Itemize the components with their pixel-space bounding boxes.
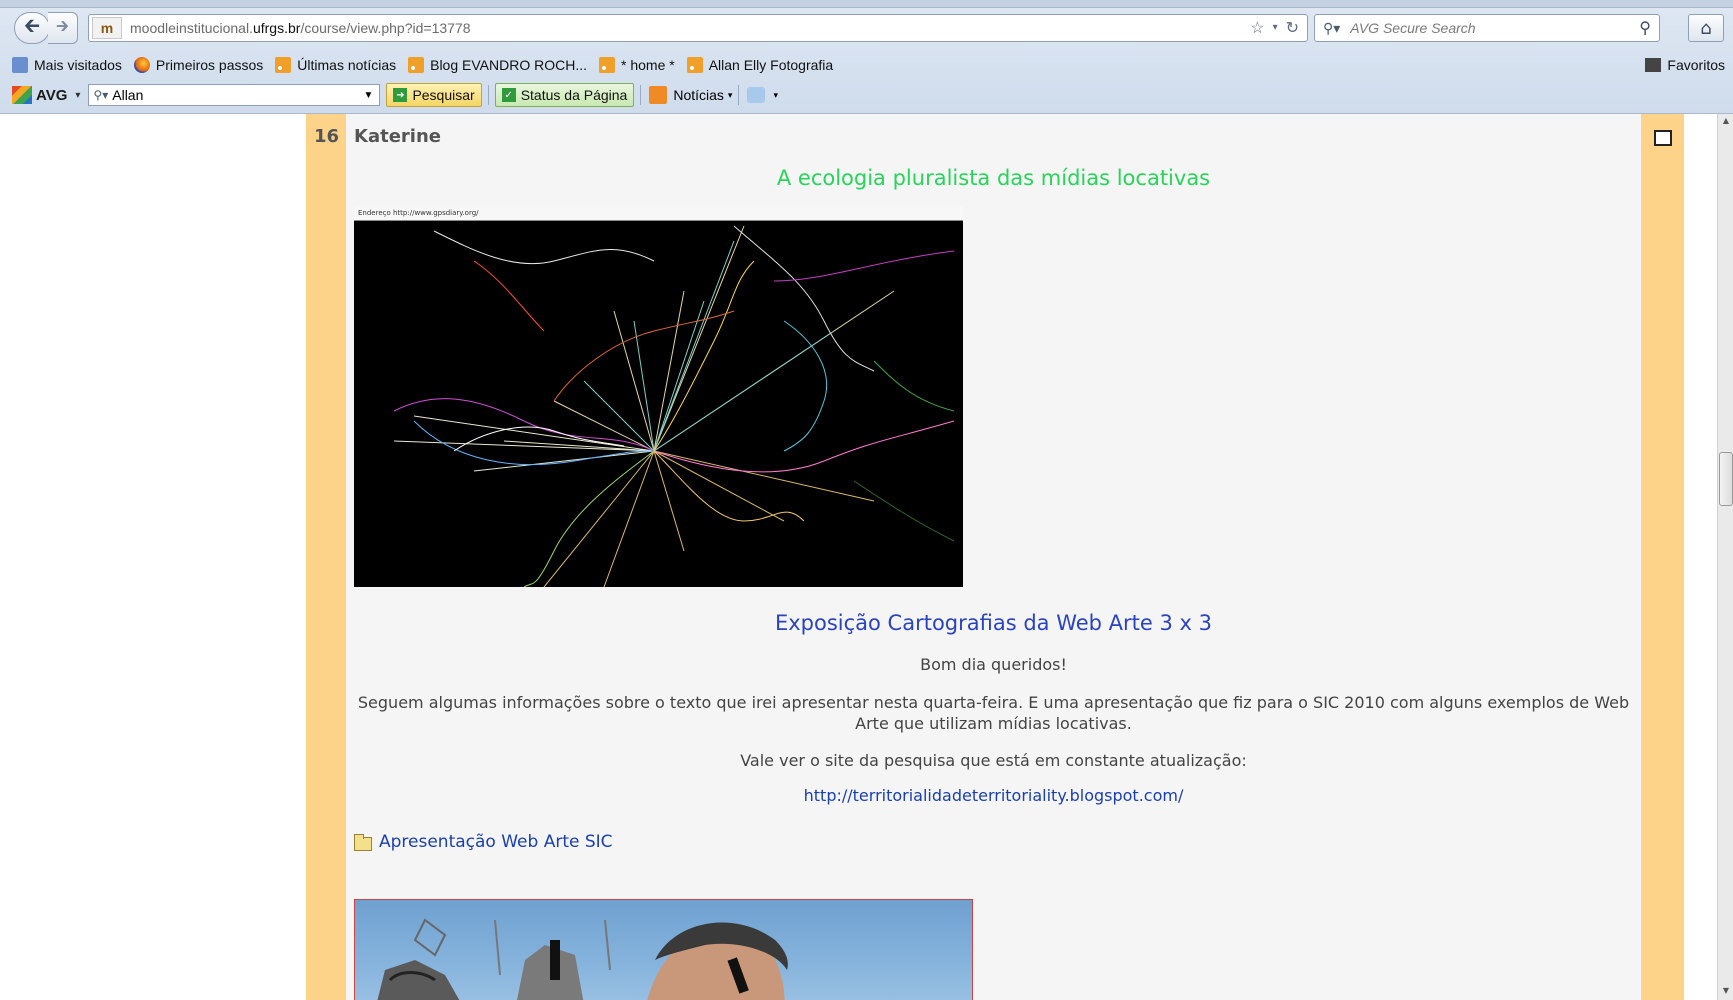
photo-graphic: [377, 918, 788, 1000]
rss-icon: [599, 57, 615, 73]
weather-button[interactable]: ▾: [747, 87, 778, 103]
resource-item[interactable]: Apresentação Web Arte SIC: [354, 832, 613, 852]
url-prefix: moodleinstitucional.: [130, 20, 253, 36]
toolbar-separator: [640, 85, 642, 105]
arrow-right-icon: ➜: [393, 88, 408, 102]
scroll-up-icon[interactable]: ▲: [1720, 116, 1732, 128]
rss-icon: [408, 57, 425, 73]
page-content: 16 Katerine A ecologia pluralista das mí…: [0, 114, 1717, 1000]
url-domain: ufrgs.br: [252, 20, 301, 36]
favorites-icon: [1645, 58, 1662, 72]
chevron-down-icon[interactable]: ▾: [1273, 22, 1278, 38]
address-bar[interactable]: m moodleinstitucional.ufrgs.br/course/vi…: [88, 14, 1308, 42]
url-text[interactable]: moodleinstitucional.ufrgs.br/course/view…: [130, 20, 471, 36]
section-left-column: [306, 114, 346, 1000]
gps-traces-graphic: [393, 225, 955, 587]
firefox-icon: [133, 57, 150, 73]
site-favicon[interactable]: m: [92, 17, 122, 39]
bookmark-mais-visitados[interactable]: Mais visitados: [12, 57, 122, 73]
avg-toolbar: AVG ▾ ⚲▾ Allan ▼ ➜ Pesquisar ✓ Status da P…: [0, 80, 1733, 110]
bookmark-label: Mais visitados: [34, 57, 122, 73]
home-button[interactable]: ⌂: [1688, 14, 1724, 42]
chevron-down-icon: ▾: [773, 89, 778, 100]
reload-icon[interactable]: ↻: [1286, 18, 1299, 38]
home-icon: ⌂: [1700, 17, 1712, 39]
forward-button[interactable]: 🡲: [48, 12, 78, 44]
bookmark-allan-elly[interactable]: Allan Elly Fotografia: [686, 57, 834, 73]
image-address-bar: Endereço http://www.gpsdiary.org/: [354, 206, 963, 221]
bookmarks-toolbar: Mais visitados Primeiros passos Últimas …: [0, 52, 1733, 78]
noticias-button[interactable]: Notícias ▾: [649, 86, 732, 104]
artist-photo: [354, 899, 973, 1000]
status-pagina-button[interactable]: ✓ Status da Página: [494, 83, 635, 107]
section-main: Katerine A ecologia pluralista das mídia…: [346, 114, 1641, 1000]
resource-link[interactable]: Apresentação Web Arte SIC: [379, 832, 613, 852]
search-icon[interactable]: ⚲▾: [1323, 20, 1340, 37]
gps-map-image: Endereço http://www.gpsdiary.org/: [354, 206, 963, 587]
pesquisar-button[interactable]: ➜ Pesquisar: [386, 83, 482, 107]
section-right-column: [1641, 114, 1684, 1000]
bookmark-star-icon[interactable]: ☆: [1250, 18, 1264, 38]
bookmark-label: Allan Elly Fotografia: [708, 57, 834, 73]
chevron-down-icon: ▾: [727, 89, 733, 100]
avg-logo-icon: [12, 86, 32, 104]
avg-search-value: Allan: [112, 87, 144, 103]
pesquisar-label: Pesquisar: [412, 87, 475, 103]
toolbar-separator: [738, 85, 740, 105]
avg-search-input[interactable]: ⚲▾ Allan ▼: [88, 84, 381, 106]
folder-icon: [354, 834, 372, 851]
bookmark-home[interactable]: * home *: [599, 57, 675, 73]
tab-strip: [0, 0, 1733, 8]
bookmark-primeiros-passos[interactable]: Primeiros passos: [133, 57, 264, 73]
section-toggle-checkbox[interactable]: [1654, 130, 1672, 146]
bookmark-icon: [12, 57, 28, 73]
noticias-label: Notícias: [673, 87, 724, 103]
blog-link-text[interactable]: http://territorialidadeterritoriality.bl…: [804, 786, 1184, 805]
rss-icon: [649, 86, 668, 104]
scroll-down-icon[interactable]: ▼: [1720, 986, 1732, 998]
weather-icon: [747, 87, 766, 103]
search-placeholder: AVG Secure Search: [1350, 20, 1476, 36]
arrow-left-icon: 🡰: [23, 13, 41, 37]
greeting-text: Bom dia queridos!: [920, 655, 1067, 674]
rss-icon: [686, 57, 703, 73]
checkmark-icon: ✓: [501, 88, 516, 102]
vertical-scrollbar[interactable]: ▲ ▼: [1717, 114, 1733, 1000]
green-heading: A ecologia pluralista das mídias locativ…: [776, 166, 1211, 190]
section-number: 16: [314, 126, 340, 147]
rss-icon: [275, 57, 292, 73]
favorites-label: Favoritos: [1667, 57, 1725, 73]
status-pagina-label: Status da Página: [520, 87, 628, 103]
bookmark-blog-evandro[interactable]: Blog EVANDRO ROCH...: [408, 57, 587, 73]
search-icon: ⚲▾: [93, 88, 109, 102]
bookmark-label: * home *: [621, 57, 675, 73]
toolbar-separator: [487, 85, 489, 105]
bookmark-label: Últimas notícias: [297, 57, 397, 73]
navigation-bar: 🡰 🡲 m moodleinstitucional.ufrgs.br/cours…: [0, 10, 1733, 46]
section-title: Katerine: [354, 126, 441, 147]
bookmark-ultimas-noticias[interactable]: Últimas notícias: [275, 57, 396, 73]
arrow-right-icon: 🡲: [56, 15, 69, 35]
back-button[interactable]: 🡰: [14, 12, 50, 44]
url-path: /course/view.php?id=13778: [300, 20, 471, 36]
url-actions: ☆ ▾ ↻: [1250, 18, 1299, 38]
description-paragraph: Seguem algumas informações sobre o texto…: [357, 693, 1630, 733]
browser-chrome: 🡰 🡲 m moodleinstitucional.ufrgs.br/cours…: [0, 0, 1733, 114]
scrollbar-thumb[interactable]: [1719, 452, 1733, 506]
avg-logo-text: AVG: [36, 86, 68, 104]
search-go-icon[interactable]: ⚲: [1639, 18, 1651, 38]
chevron-down-icon[interactable]: ▼: [364, 90, 374, 101]
blue-heading: Exposição Cartografias da Web Arte 3 x 3: [774, 611, 1213, 635]
chevron-down-icon[interactable]: ▾: [75, 90, 80, 101]
search-input[interactable]: ⚲▾ AVG Secure Search ⚲: [1314, 14, 1660, 42]
avg-logo[interactable]: AVG: [12, 86, 67, 104]
blog-link[interactable]: http://territorialidadeterritoriality.bl…: [346, 786, 1641, 805]
favorites-button[interactable]: Favoritos: [1645, 57, 1725, 73]
site-note-text: Vale ver o site da pesquisa que está em …: [740, 751, 1247, 770]
bookmark-label: Blog EVANDRO ROCH...: [430, 57, 587, 73]
bookmark-label: Primeiros passos: [155, 57, 264, 73]
